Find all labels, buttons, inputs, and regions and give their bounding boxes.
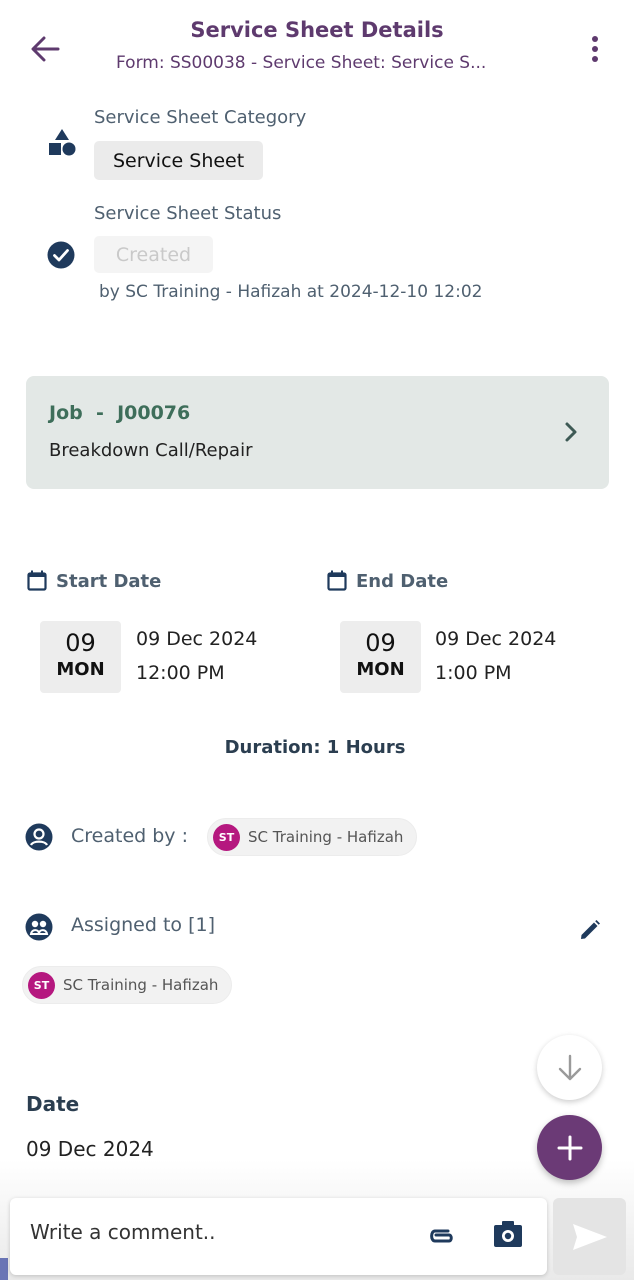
assigned-to-label: Assigned to [1] — [71, 914, 215, 936]
created-by-chip[interactable]: ST SC Training - Hafizah — [207, 818, 418, 856]
camera-icon[interactable] — [492, 1218, 524, 1250]
start-date-header: Start Date — [27, 570, 161, 592]
send-icon — [572, 1223, 607, 1250]
start-day: 09 — [65, 629, 96, 657]
start-date-badge: 09 MON — [40, 621, 121, 693]
category-chip: Service Sheet — [94, 141, 264, 180]
scroll-down-button[interactable] — [537, 1035, 602, 1100]
date-field-value: 09 Dec 2024 — [26, 1137, 154, 1161]
edit-pencil-icon[interactable] — [578, 918, 602, 942]
end-date-badge: 09 MON — [340, 621, 421, 693]
chevron-right-icon — [565, 422, 577, 442]
end-date-value: 09 Dec 2024 — [435, 628, 557, 650]
comment-input[interactable] — [30, 1220, 390, 1244]
send-button[interactable] — [553, 1198, 626, 1275]
job-title: Job - J00076 — [49, 402, 191, 424]
page-title: Service Sheet Details — [190, 18, 444, 42]
end-day: 09 — [365, 629, 396, 657]
job-card[interactable]: Job - J00076 Breakdown Call/Repair — [26, 376, 609, 489]
app-header: Service Sheet Details Form: SS00038 - Se… — [0, 0, 634, 95]
end-weekday: MON — [356, 659, 405, 680]
assigned-user-chip[interactable]: ST SC Training - Hafizah — [22, 966, 233, 1004]
avatar: ST — [213, 823, 240, 851]
attachment-icon[interactable] — [424, 1222, 458, 1250]
duration-text: Duration: 1 Hours — [224, 737, 406, 758]
comment-bar — [10, 1198, 547, 1275]
add-button[interactable] — [537, 1115, 602, 1180]
created-by-label: Created by : — [71, 825, 188, 847]
end-time-value: 1:00 PM — [435, 662, 512, 684]
status-label: Service Sheet Status — [94, 203, 282, 224]
status-chip: Created — [94, 236, 213, 273]
calendar-icon — [27, 570, 47, 591]
start-date-label: Start Date — [56, 570, 162, 592]
status-by-line: by SC Training - Hafizah at 2024-12-10 1… — [99, 282, 483, 302]
start-weekday: MON — [56, 659, 105, 680]
assigned-user-name: SC Training - Hafizah — [63, 976, 219, 994]
start-time-value: 12:00 PM — [136, 662, 225, 684]
avatar: ST — [28, 971, 55, 999]
category-label: Service Sheet Category — [94, 107, 307, 128]
page-subtitle: Form: SS00038 - Service Sheet: Service S… — [116, 53, 487, 73]
arrow-down-icon — [558, 1054, 581, 1080]
nav-accent — [0, 1258, 8, 1280]
created-by-name: SC Training - Hafizah — [248, 828, 404, 846]
start-date-value: 09 Dec 2024 — [136, 628, 258, 650]
more-options-button[interactable] — [582, 32, 608, 66]
calendar-icon — [327, 570, 347, 591]
end-date-header: End Date — [327, 570, 448, 592]
check-circle-icon — [47, 241, 75, 269]
end-date-label: End Date — [356, 570, 449, 592]
job-description: Breakdown Call/Repair — [49, 440, 253, 461]
date-field-label: Date — [26, 1092, 80, 1116]
plus-icon — [557, 1135, 582, 1160]
more-vert-icon — [592, 36, 598, 42]
shapes-icon — [49, 129, 76, 156]
account-circle-icon — [25, 823, 53, 851]
group-icon — [25, 913, 53, 941]
